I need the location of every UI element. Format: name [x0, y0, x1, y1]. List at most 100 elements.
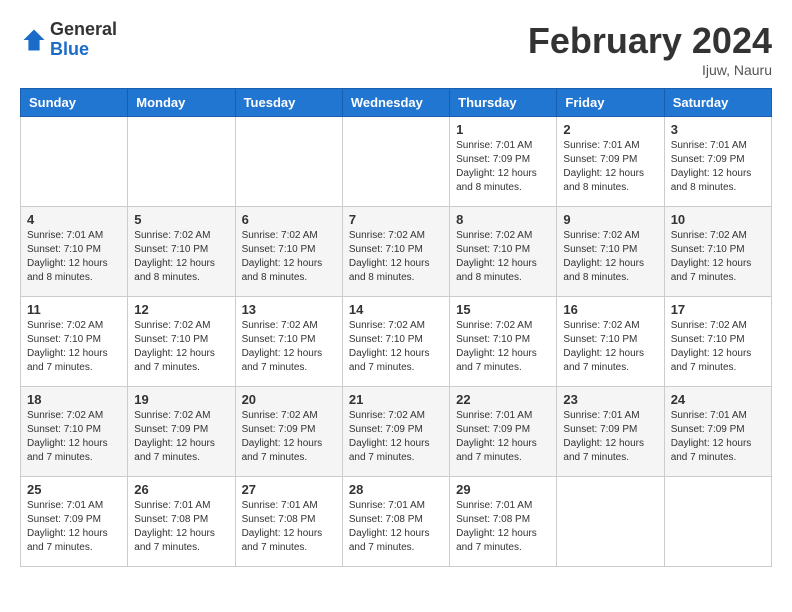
day-info: Sunrise: 7:01 AM Sunset: 7:09 PM Dayligh… — [456, 139, 550, 195]
day-number: 4 — [27, 212, 121, 227]
logo-icon — [20, 26, 48, 54]
calendar-week-row: 25 Sunrise: 7:01 AM Sunset: 7:09 PM Dayli… — [21, 477, 772, 567]
calendar-cell: 15 Sunrise: 7:02 AM Sunset: 7:10 PM Dayli… — [450, 297, 557, 387]
day-number: 9 — [563, 212, 657, 227]
calendar-cell — [235, 117, 342, 207]
day-number: 15 — [456, 302, 550, 317]
weekday-header-friday: Friday — [557, 89, 664, 117]
calendar-cell: 29 Sunrise: 7:01 AM Sunset: 7:08 PM Dayli… — [450, 477, 557, 567]
calendar-week-row: 1 Sunrise: 7:01 AM Sunset: 7:09 PM Daylig… — [21, 117, 772, 207]
day-number: 10 — [671, 212, 765, 227]
day-info: Sunrise: 7:02 AM Sunset: 7:10 PM Dayligh… — [456, 229, 550, 285]
day-info: Sunrise: 7:02 AM Sunset: 7:09 PM Dayligh… — [349, 409, 443, 465]
day-info: Sunrise: 7:02 AM Sunset: 7:10 PM Dayligh… — [134, 229, 228, 285]
day-number: 2 — [563, 122, 657, 137]
calendar-cell: 27Sunrise: 7:01 AM Sunset: 7:08 PM Dayli… — [235, 477, 342, 567]
calendar-week-row: 11 Sunrise: 7:02 AM Sunset: 7:10 PM Dayli… — [21, 297, 772, 387]
calendar-cell: 23 Sunrise: 7:01 AM Sunset: 7:09 PM Dayli… — [557, 387, 664, 477]
day-number: 24 — [671, 392, 765, 407]
calendar-cell — [664, 477, 771, 567]
day-info: Sunrise: 7:01 AM Sunset: 7:08 PM Dayligh… — [134, 499, 228, 555]
day-info: Sunrise: 7:01 AM Sunset: 7:09 PM Dayligh… — [671, 139, 765, 195]
calendar-cell: 14 Sunrise: 7:02 AM Sunset: 7:10 PM Dayli… — [342, 297, 449, 387]
day-number: 19 — [134, 392, 228, 407]
day-number: 3 — [671, 122, 765, 137]
calendar-cell: 22Sunrise: 7:01 AM Sunset: 7:09 PM Dayli… — [450, 387, 557, 477]
day-number: 14 — [349, 302, 443, 317]
calendar-cell: 17Sunrise: 7:02 AM Sunset: 7:10 PM Dayli… — [664, 297, 771, 387]
weekday-header-row: SundayMondayTuesdayWednesdayThursdayFrid… — [21, 89, 772, 117]
day-number: 27 — [242, 482, 336, 497]
day-number: 6 — [242, 212, 336, 227]
weekday-header-tuesday: Tuesday — [235, 89, 342, 117]
day-number: 12 — [134, 302, 228, 317]
day-info: Sunrise: 7:02 AM Sunset: 7:10 PM Dayligh… — [27, 409, 121, 465]
calendar-table: SundayMondayTuesdayWednesdayThursdayFrid… — [20, 88, 772, 567]
calendar-cell: 25 Sunrise: 7:01 AM Sunset: 7:09 PM Dayli… — [21, 477, 128, 567]
logo-general-text: General — [50, 19, 117, 39]
day-number: 1 — [456, 122, 550, 137]
weekday-header-thursday: Thursday — [450, 89, 557, 117]
logo-blue-text: Blue — [50, 39, 89, 59]
calendar-cell: 28 Sunrise: 7:01 AM Sunset: 7:08 PM Dayli… — [342, 477, 449, 567]
day-info: Sunrise: 7:02 AM Sunset: 7:10 PM Dayligh… — [349, 319, 443, 375]
month-title: February 2024 — [528, 20, 772, 62]
calendar-cell: 11 Sunrise: 7:02 AM Sunset: 7:10 PM Dayli… — [21, 297, 128, 387]
day-info: Sunrise: 7:01 AM Sunset: 7:08 PM Dayligh… — [456, 499, 550, 555]
day-number: 11 — [27, 302, 121, 317]
page-header: General Blue February 2024 Ijuw, Nauru — [20, 20, 772, 78]
calendar-cell: 5 Sunrise: 7:02 AM Sunset: 7:10 PM Daylig… — [128, 207, 235, 297]
day-number: 18 — [27, 392, 121, 407]
calendar-cell: 24 Sunrise: 7:01 AM Sunset: 7:09 PM Dayli… — [664, 387, 771, 477]
day-number: 13 — [242, 302, 336, 317]
day-number: 21 — [349, 392, 443, 407]
day-number: 5 — [134, 212, 228, 227]
day-number: 25 — [27, 482, 121, 497]
calendar-cell: 8 Sunrise: 7:02 AM Sunset: 7:10 PM Daylig… — [450, 207, 557, 297]
day-number: 7 — [349, 212, 443, 227]
day-number: 29 — [456, 482, 550, 497]
calendar-cell: 7 Sunrise: 7:02 AM Sunset: 7:10 PM Daylig… — [342, 207, 449, 297]
day-info: Sunrise: 7:01 AM Sunset: 7:09 PM Dayligh… — [27, 499, 121, 555]
calendar-cell: 13 Sunrise: 7:02 AM Sunset: 7:10 PM Dayli… — [235, 297, 342, 387]
day-info: Sunrise: 7:02 AM Sunset: 7:10 PM Dayligh… — [242, 319, 336, 375]
calendar-cell: 10 Sunrise: 7:02 AM Sunset: 7:10 PM Dayli… — [664, 207, 771, 297]
calendar-cell: 19 Sunrise: 7:02 AM Sunset: 7:09 PM Dayli… — [128, 387, 235, 477]
calendar-cell: 26 Sunrise: 7:01 AM Sunset: 7:08 PM Dayli… — [128, 477, 235, 567]
day-number: 16 — [563, 302, 657, 317]
day-info: Sunrise: 7:02 AM Sunset: 7:09 PM Dayligh… — [134, 409, 228, 465]
day-info: Sunrise: 7:02 AM Sunset: 7:10 PM Dayligh… — [563, 229, 657, 285]
day-number: 20 — [242, 392, 336, 407]
calendar-cell: 21 Sunrise: 7:02 AM Sunset: 7:09 PM Dayli… — [342, 387, 449, 477]
day-info: Sunrise: 7:02 AM Sunset: 7:10 PM Dayligh… — [456, 319, 550, 375]
day-info: Sunrise: 7:01 AM Sunset: 7:08 PM Dayligh… — [349, 499, 443, 555]
calendar-cell: 18 Sunrise: 7:02 AM Sunset: 7:10 PM Dayli… — [21, 387, 128, 477]
day-info: Sunrise: 7:02 AM Sunset: 7:10 PM Dayligh… — [242, 229, 336, 285]
day-info: Sunrise: 7:01 AM Sunset: 7:10 PM Dayligh… — [27, 229, 121, 285]
day-number: 28 — [349, 482, 443, 497]
calendar-cell — [21, 117, 128, 207]
day-info: Sunrise: 7:02 AM Sunset: 7:09 PM Dayligh… — [242, 409, 336, 465]
day-number: 8 — [456, 212, 550, 227]
day-number: 23 — [563, 392, 657, 407]
day-info: Sunrise: 7:02 AM Sunset: 7:10 PM Dayligh… — [349, 229, 443, 285]
day-info: Sunrise: 7:01 AM Sunset: 7:09 PM Dayligh… — [671, 409, 765, 465]
day-info: Sunrise: 7:01 AM Sunset: 7:09 PM Dayligh… — [563, 139, 657, 195]
day-info: Sunrise: 7:01 AM Sunset: 7:09 PM Dayligh… — [563, 409, 657, 465]
day-info: Sunrise: 7:02 AM Sunset: 7:10 PM Dayligh… — [671, 229, 765, 285]
calendar-cell: 1 Sunrise: 7:01 AM Sunset: 7:09 PM Daylig… — [450, 117, 557, 207]
title-area: February 2024 Ijuw, Nauru — [528, 20, 772, 78]
calendar-cell: 3 Sunrise: 7:01 AM Sunset: 7:09 PM Daylig… — [664, 117, 771, 207]
calendar-cell — [342, 117, 449, 207]
day-number: 22 — [456, 392, 550, 407]
weekday-header-monday: Monday — [128, 89, 235, 117]
calendar-cell: 9 Sunrise: 7:02 AM Sunset: 7:10 PM Daylig… — [557, 207, 664, 297]
day-number: 26 — [134, 482, 228, 497]
calendar-week-row: 4 Sunrise: 7:01 AM Sunset: 7:10 PM Daylig… — [21, 207, 772, 297]
calendar-cell: 2 Sunrise: 7:01 AM Sunset: 7:09 PM Daylig… — [557, 117, 664, 207]
day-number: 17 — [671, 302, 765, 317]
calendar-cell: 4 Sunrise: 7:01 AM Sunset: 7:10 PM Daylig… — [21, 207, 128, 297]
weekday-header-saturday: Saturday — [664, 89, 771, 117]
day-info: Sunrise: 7:02 AM Sunset: 7:10 PM Dayligh… — [27, 319, 121, 375]
calendar-cell: 20 Sunrise: 7:02 AM Sunset: 7:09 PM Dayli… — [235, 387, 342, 477]
